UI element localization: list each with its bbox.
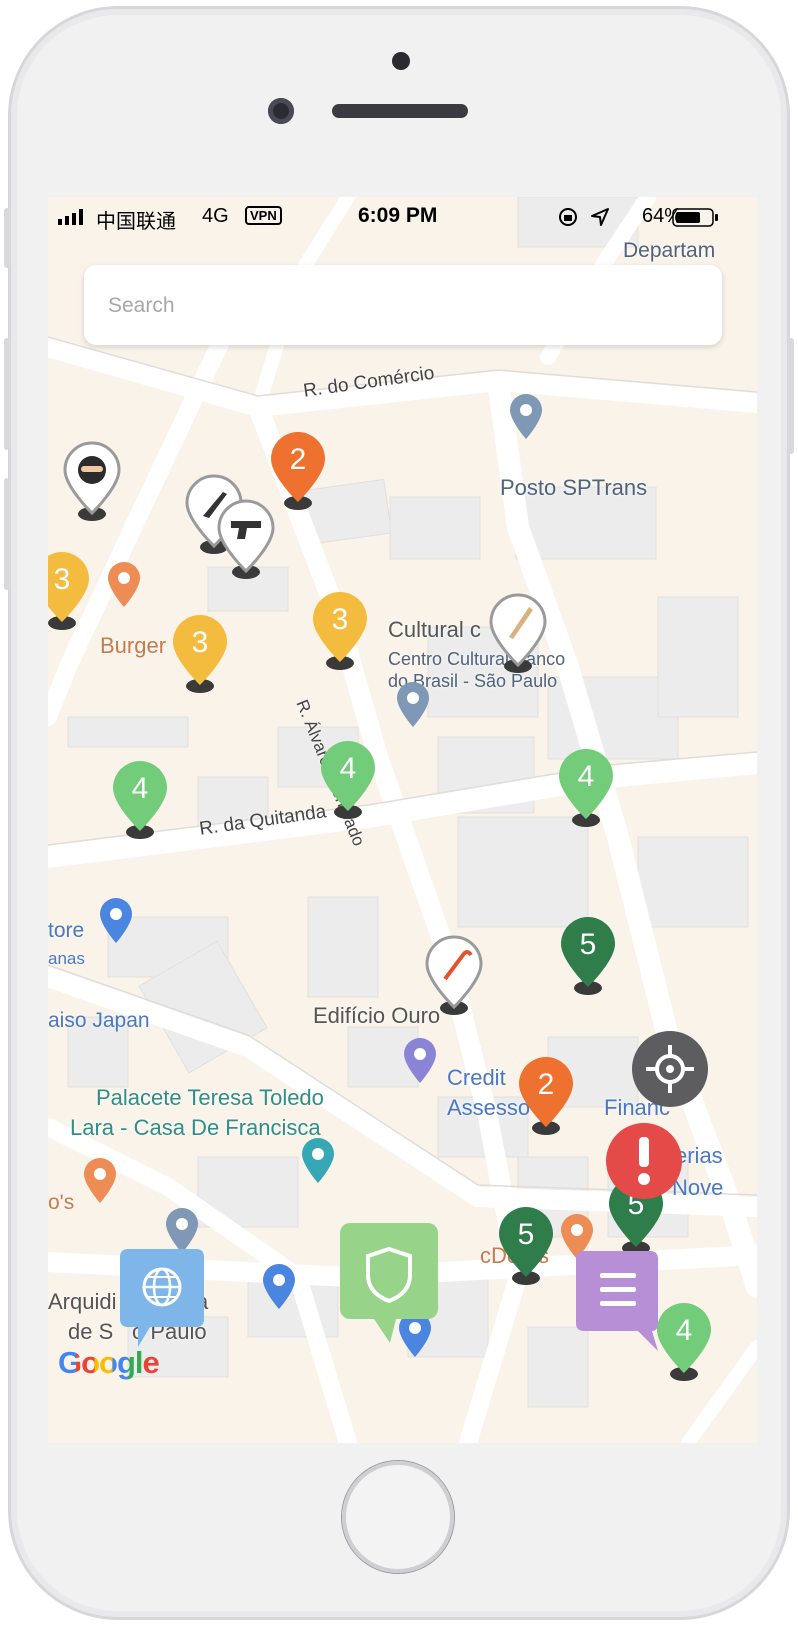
mute-switch <box>4 208 10 268</box>
place-label: de S <box>68 1319 114 1344</box>
restaurant-pin-icon[interactable] <box>106 561 142 609</box>
place-label: Credit <box>447 1065 506 1090</box>
incident-count-marker[interactable]: 4 <box>555 745 617 841</box>
marker-count: 5 <box>580 928 597 961</box>
shopping-pin-icon[interactable] <box>261 1263 297 1311</box>
location-arrow-icon <box>591 208 609 226</box>
place-label: Edifício Ouro <box>313 1003 441 1028</box>
place-label: aiso Japan <box>48 1009 150 1032</box>
globe-icon <box>120 1249 204 1347</box>
crowbar-icon[interactable] <box>423 933 485 1029</box>
marker-count: 2 <box>538 1068 555 1101</box>
museum-pin-icon[interactable] <box>508 393 544 441</box>
google-attribution: Google <box>58 1345 160 1381</box>
place-pin-icon[interactable] <box>395 681 431 729</box>
place-label: tore <box>48 919 85 942</box>
place-label: Departam <box>623 239 716 262</box>
alert-button[interactable] <box>604 1121 684 1201</box>
incident-count-marker[interactable]: 3 <box>169 611 231 707</box>
power-button <box>788 338 794 454</box>
network-type: 4G <box>202 205 229 227</box>
locate-me-button[interactable] <box>630 1029 710 1109</box>
home-button[interactable] <box>342 1461 454 1573</box>
clock: 6:09 PM <box>358 204 438 227</box>
place-label: o's <box>48 1191 75 1214</box>
incident-count-marker[interactable]: 5 <box>495 1203 557 1299</box>
place-label: Palacete Teresa Toledo <box>96 1085 324 1110</box>
place-label: Arquidi <box>48 1289 117 1314</box>
marker-count: 3 <box>54 563 71 596</box>
google-logo-text: Google <box>58 1345 160 1380</box>
place-label: anas <box>48 949 85 968</box>
front-camera <box>268 98 294 124</box>
incident-count-marker[interactable]: 4 <box>109 757 171 853</box>
menu-button[interactable] <box>576 1251 662 1351</box>
crosshair-icon <box>632 1031 708 1107</box>
shield-icon <box>340 1223 438 1343</box>
incident-count-marker[interactable]: 5 <box>557 913 619 1009</box>
incident-count-marker[interactable]: 2 <box>515 1053 577 1149</box>
restaurant-pin-icon[interactable] <box>82 1157 118 1205</box>
vpn-badge: VPN <box>245 206 282 225</box>
earpiece-speaker <box>332 104 468 118</box>
bat-icon[interactable] <box>487 591 549 687</box>
incident-count-marker[interactable]: 4 <box>317 737 379 833</box>
incident-count-marker[interactable]: 3 <box>48 548 93 644</box>
place-pin-icon[interactable] <box>164 1207 200 1255</box>
place-label: Posto SPTrans <box>500 475 648 500</box>
place-label: Burger <box>100 633 167 658</box>
signal-strength-icon <box>58 209 83 225</box>
search-input[interactable] <box>106 283 690 329</box>
alert-icon <box>606 1123 682 1199</box>
camera-pin-icon[interactable] <box>300 1137 336 1185</box>
carrier-name: 中国联通 <box>96 211 176 233</box>
shopping-pin-icon[interactable] <box>98 897 134 945</box>
marker-count: 4 <box>676 1314 693 1347</box>
incident-count-marker[interactable]: 3 <box>309 588 371 684</box>
volume-up-button <box>4 338 10 450</box>
marker-count: 2 <box>290 443 307 476</box>
app-screen: 中国联通 4G VPN 6:09 PM 64% R. do ComércioR.… <box>48 197 757 1443</box>
volume-down-button <box>4 478 10 590</box>
bank-pin-icon[interactable] <box>402 1037 438 1085</box>
marker-count: 4 <box>578 760 595 793</box>
proximity-sensor <box>392 52 410 70</box>
gun-icon[interactable] <box>215 497 277 593</box>
marker-count: 4 <box>340 752 357 785</box>
status-bar: 中国联通 4G VPN 6:09 PM 64% <box>48 197 757 237</box>
battery-icon <box>672 208 718 227</box>
marker-count: 4 <box>132 772 149 805</box>
marker-count: 5 <box>518 1218 535 1251</box>
place-label: Lara - Casa De Francisca <box>70 1115 321 1140</box>
thief-icon[interactable] <box>61 439 123 535</box>
orientation-lock-icon <box>559 208 577 226</box>
search-bar[interactable] <box>84 265 722 345</box>
menu-icon <box>576 1251 658 1351</box>
marker-count: 3 <box>192 626 209 659</box>
place-label: Cultural c <box>388 617 481 642</box>
marker-count: 3 <box>332 603 349 636</box>
shield-button[interactable] <box>340 1223 440 1343</box>
globe-button[interactable] <box>120 1249 204 1347</box>
